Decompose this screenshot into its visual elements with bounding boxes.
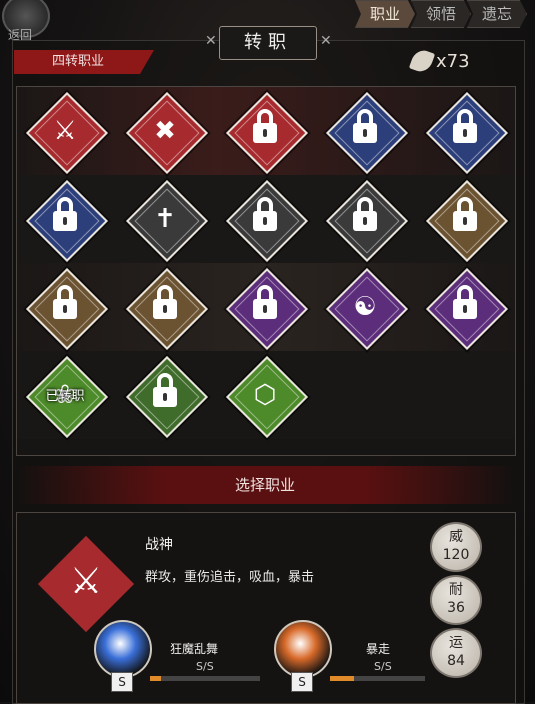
title-ornament-left: ✕	[205, 33, 217, 49]
lock-icon	[453, 197, 477, 231]
skill-progress-fill	[330, 676, 354, 681]
title-ornament-right: ✕	[320, 33, 332, 49]
skill-progress	[330, 676, 425, 681]
class-icon[interactable]	[325, 91, 409, 175]
class-name: 战神	[145, 537, 173, 553]
title-banner: ✕ 转职 ✕	[205, 26, 332, 60]
tab-class[interactable]: 职业	[354, 0, 415, 28]
class-icon[interactable]	[425, 179, 509, 263]
lock-icon	[453, 285, 477, 319]
tab-forget[interactable]: 遗忘	[466, 0, 527, 28]
skill-name: 狂魔乱舞	[170, 642, 219, 656]
class-traits: 群攻，重伤追击，吸血，暴击	[145, 570, 315, 585]
tier-tag: 四转职业	[14, 50, 154, 74]
class-icon[interactable]	[425, 267, 509, 351]
currency-display: x73	[408, 47, 470, 75]
skill-progress	[150, 676, 260, 681]
lock-icon	[253, 109, 277, 143]
class-icon[interactable]	[25, 179, 109, 263]
class-icon[interactable]: ☯	[325, 267, 409, 351]
skill-orb-1[interactable]	[94, 620, 152, 678]
skill-rank-text: S/S	[196, 660, 214, 673]
select-class-header: 选择职业	[16, 466, 514, 504]
lock-icon	[353, 197, 377, 231]
lock-icon	[53, 285, 77, 319]
yin-yang-icon: ☯	[353, 292, 377, 322]
class-icon[interactable]: ⬡	[225, 355, 309, 439]
top-bar: 返回 职业 领悟 遗忘	[0, 0, 535, 42]
class-icon[interactable]	[425, 91, 509, 175]
sword-icon: ✝	[154, 204, 176, 234]
class-icon[interactable]	[225, 179, 309, 263]
class-icon[interactable]: ✖	[125, 91, 209, 175]
skill-orb-2[interactable]	[274, 620, 332, 678]
lock-icon	[353, 109, 377, 143]
selected-class-icon: ⚔	[36, 534, 136, 634]
stat-value: 36	[447, 600, 465, 616]
lock-icon	[453, 109, 477, 143]
stat-value: 120	[442, 547, 470, 563]
class-icon[interactable]	[25, 267, 109, 351]
class-icon[interactable]	[225, 267, 309, 351]
class-icon[interactable]	[125, 355, 209, 439]
cube-icon: ⬡	[253, 380, 277, 410]
tab-comprehend[interactable]: 领悟	[410, 0, 471, 28]
class-icon[interactable]: ❀ 已转职	[25, 355, 109, 439]
lock-icon	[153, 285, 177, 319]
crossed-axes-icon: ⚔	[53, 116, 77, 146]
leaf-icon	[408, 47, 436, 75]
class-icon[interactable]: ✝	[125, 179, 209, 263]
skill-rank-text: S/S	[374, 660, 392, 673]
class-icon[interactable]	[225, 91, 309, 175]
skill-rank-badge: S	[291, 672, 313, 692]
stat-key: 耐	[449, 582, 463, 598]
crossed-axes-icon: ⚔	[69, 561, 103, 602]
stat-luck: 运 84	[430, 628, 482, 678]
stat-value: 84	[447, 653, 465, 669]
skill-rank-badge: S	[111, 672, 133, 692]
changed-class-label: 已转职	[45, 389, 85, 404]
stat-key: 威	[449, 529, 463, 545]
currency-count: x73	[436, 50, 470, 72]
lock-icon	[153, 373, 177, 407]
stat-power: 威 120	[430, 522, 482, 572]
class-icon[interactable]	[325, 179, 409, 263]
lock-icon	[53, 197, 77, 231]
stat-key: 运	[449, 635, 463, 651]
class-grid: ⚔ ✖ ✝ ☯ ❀ 已转职 ⬡	[16, 86, 516, 456]
lock-icon	[253, 285, 277, 319]
class-icon[interactable]: ⚔	[25, 91, 109, 175]
stat-endurance: 耐 36	[430, 575, 482, 625]
top-tabs: 职业 领悟 遗忘	[354, 0, 527, 28]
class-icon[interactable]	[125, 267, 209, 351]
page-title: 转职	[219, 26, 317, 60]
crossed-swords-icon: ✖	[154, 116, 176, 146]
skill-name: 暴走	[366, 642, 391, 656]
skill-progress-fill	[150, 676, 161, 681]
lock-icon	[253, 197, 277, 231]
